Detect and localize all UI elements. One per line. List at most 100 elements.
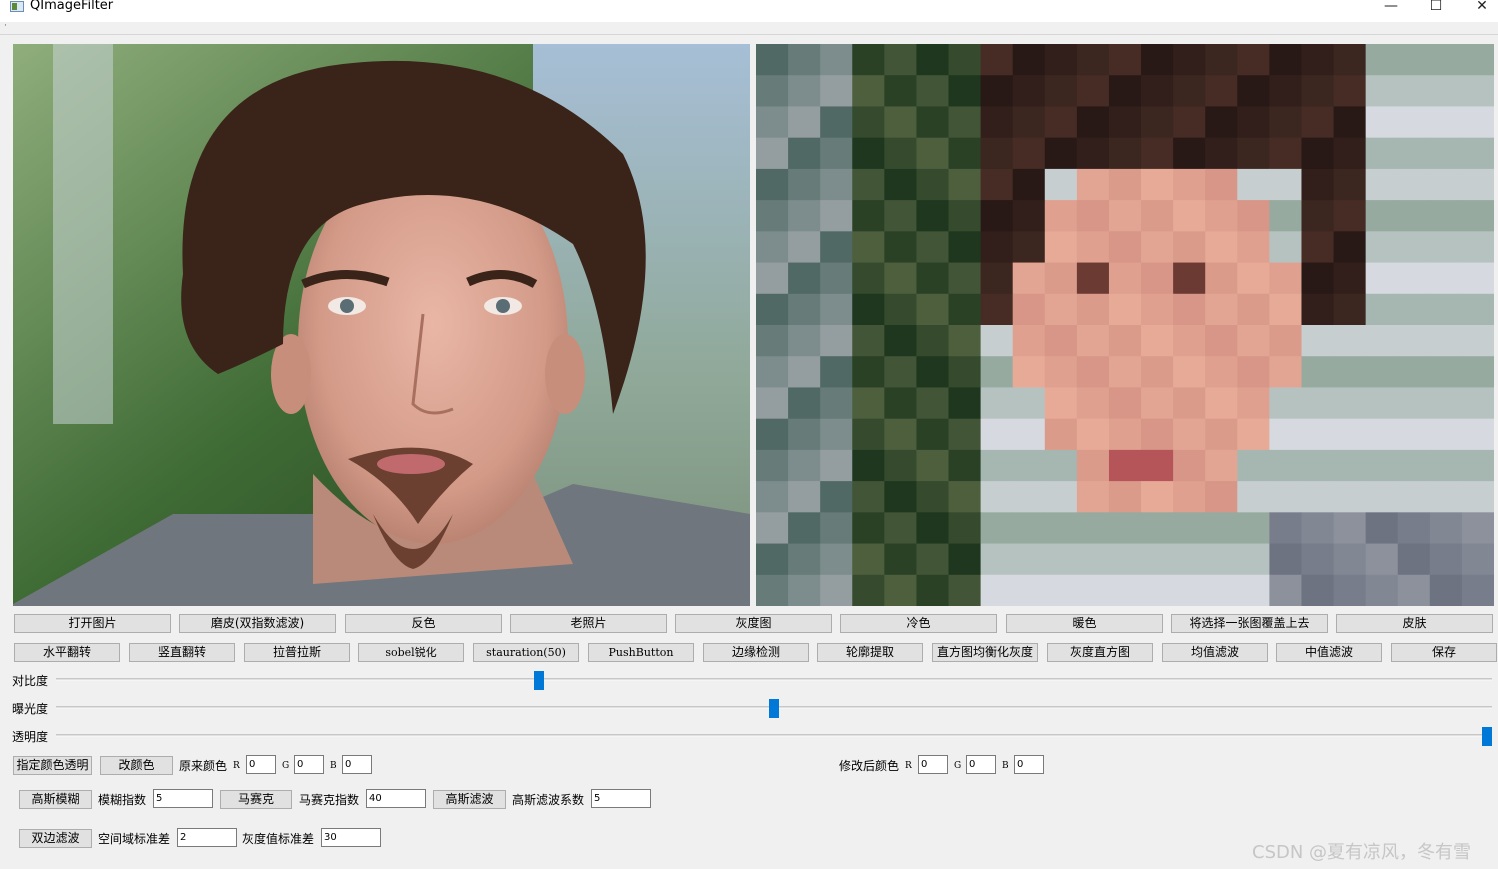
mosaic-tile [756,231,789,264]
mosaic-tile [1108,449,1142,482]
mod-b-input[interactable]: 0 [1014,755,1044,774]
mosaic-tile [788,449,821,482]
mosaic-tile [1173,387,1206,420]
gaussian-filter-button[interactable]: 高斯滤波 [433,790,506,809]
mosaic-tile [884,481,918,513]
mosaic-tile [820,262,853,295]
mosaic-tile [1365,106,1399,139]
mosaic-tile [1044,512,1078,545]
mod-g-input[interactable]: 0 [966,755,996,774]
mosaic-tile [1173,75,1206,108]
mosaic-tile [1333,200,1367,232]
contour-extract-button[interactable]: 轮廓提取 [817,643,923,662]
mosaic-tile [1333,325,1367,357]
mosaic-tile [1237,106,1270,139]
mosaic-tile [1461,543,1494,576]
gaussian-blur-button[interactable]: 高斯模糊 [19,790,92,809]
maximize-button[interactable]: ☐ [1413,0,1459,14]
mosaic-tile [820,137,853,170]
mosaic-tile [1429,231,1463,264]
mosaic-tile [1205,262,1238,295]
mean-filter-button[interactable]: 均值滤波 [1162,643,1268,662]
histogram-equalize-button[interactable]: 直方图均衡化灰度 [932,643,1038,662]
spatial-sigma-input[interactable]: 2 [177,828,237,847]
mosaic-tile [788,168,821,201]
change-color-button[interactable]: 改颜色 [100,756,173,775]
old-photo-button[interactable]: 老照片 [510,614,667,633]
mosaic-tile [1365,325,1399,357]
orig-g-input[interactable]: 0 [294,755,324,774]
blur-index-input[interactable]: 5 [153,789,213,808]
skin-smooth-button[interactable]: 磨皮(双指数滤波) [179,614,336,633]
mosaic-tile [1108,200,1142,232]
bilateral-filter-button[interactable]: 双边滤波 [19,829,92,848]
open-image-button[interactable]: 打开图片 [14,614,171,633]
push-button[interactable]: PushButton [588,643,694,662]
mosaic-tile [980,106,1014,139]
mosaic-tile [1108,44,1142,76]
grayscale-button[interactable]: 灰度图 [675,614,832,633]
skin-button[interactable]: 皮肤 [1336,614,1493,633]
mosaic-tile [1365,200,1399,232]
mosaic-tile [1076,231,1110,264]
laplacian-button[interactable]: 拉普拉斯 [244,643,350,662]
mosaic-tile [884,356,918,389]
mosaic-tile [1141,168,1174,201]
mosaic-tile [1301,44,1335,76]
saturation-button[interactable]: stauration(50) [473,643,579,662]
save-button[interactable]: 保存 [1391,643,1497,662]
flip-vertical-button[interactable]: 竖直翻转 [129,643,235,662]
orig-r-input[interactable]: 0 [246,755,276,774]
mosaic-tile [1108,106,1142,139]
mosaic-tile [1076,574,1110,606]
mosaic-tile [884,137,918,170]
mosaic-tile [1141,418,1174,451]
cool-tone-button[interactable]: 冷色 [840,614,997,633]
mosaic-tile [1269,293,1303,326]
close-button[interactable]: ✕ [1459,0,1498,14]
contrast-slider[interactable] [56,678,1492,681]
warm-tone-button[interactable]: 暖色 [1006,614,1163,633]
mosaic-tile [788,231,821,264]
overlay-image-button[interactable]: 将选择一张图覆盖上去 [1171,614,1328,633]
median-filter-button[interactable]: 中值滤波 [1276,643,1382,662]
opacity-slider[interactable] [56,734,1492,737]
range-sigma-input[interactable]: 30 [321,828,381,847]
menu-handle[interactable]: · [4,22,7,31]
gray-histogram-button[interactable]: 灰度直方图 [1047,643,1153,662]
mosaic-tile [1076,44,1110,76]
mosaic-tile [1365,574,1399,606]
mosaic-tile [852,168,885,201]
mosaic-tile [980,137,1014,170]
mosaic-tile [1173,168,1206,201]
mosaic-tile [916,262,950,295]
mosaic-tile [820,293,853,326]
mosaic-tile [1205,325,1238,357]
minimize-button[interactable]: — [1368,0,1414,14]
mosaic-tile [1269,356,1303,389]
modified-color-label: 修改后颜色 [839,759,900,773]
make-color-transparent-button[interactable]: 指定颜色透明 [13,756,92,775]
mosaic-tile [1173,325,1206,357]
invert-button[interactable]: 反色 [345,614,502,633]
orig-g-label: G [282,761,290,771]
mosaic-tile [820,106,853,139]
contrast-slider-handle[interactable] [534,671,544,690]
mosaic-tile [1141,106,1174,139]
flip-horizontal-button[interactable]: 水平翻转 [14,643,120,662]
mosaic-tile [852,262,885,295]
mosaic-tile [884,44,918,76]
sobel-sharpen-button[interactable]: sobel锐化 [358,643,464,662]
orig-b-input[interactable]: 0 [342,755,372,774]
mosaic-tile [948,418,982,451]
gaussian-coef-input[interactable]: 5 [591,789,651,808]
edge-detect-button[interactable]: 边缘检测 [703,643,809,662]
exposure-slider-handle[interactable] [769,699,779,718]
mod-r-input[interactable]: 0 [918,755,948,774]
mosaic-tile [916,293,950,326]
mosaic-button[interactable]: 马赛克 [220,790,292,809]
mosaic-index-input[interactable]: 40 [366,789,426,808]
mosaic-tile [1012,44,1046,76]
gaussian-coef-label: 高斯滤波系数 [512,793,585,807]
opacity-slider-handle[interactable] [1482,727,1492,746]
